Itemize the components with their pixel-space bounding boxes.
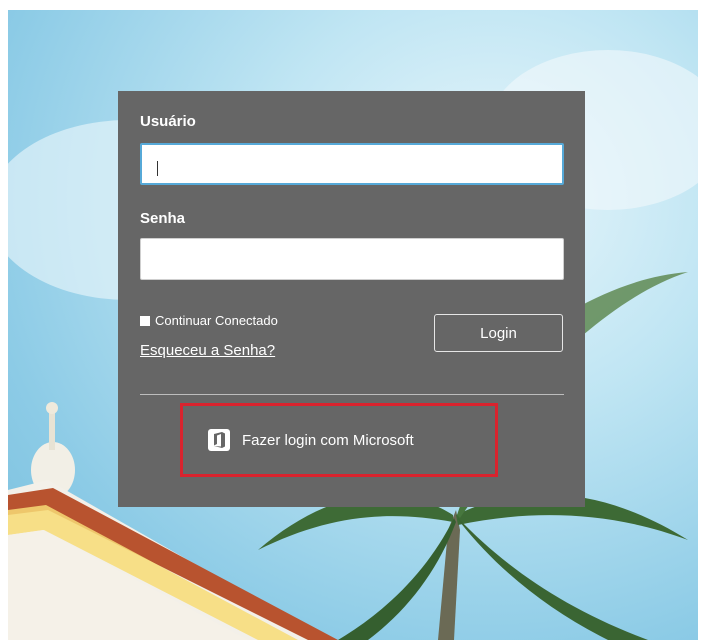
- forgot-password-link[interactable]: Esqueceu a Senha?: [140, 342, 275, 359]
- text-cursor: [157, 161, 158, 176]
- microsoft-login-label: Fazer login com Microsoft: [242, 431, 414, 449]
- remember-label: Continuar Conectado: [155, 313, 278, 328]
- username-input[interactable]: [140, 143, 564, 185]
- login-button[interactable]: Login: [434, 314, 563, 352]
- office-icon: [208, 429, 230, 451]
- username-label: Usuário: [140, 113, 196, 130]
- remember-me[interactable]: Continuar Conectado: [140, 313, 278, 328]
- password-label: Senha: [140, 210, 186, 227]
- background-photo: Usuário Senha Continuar Conectado Esquec…: [8, 10, 698, 640]
- password-input[interactable]: [140, 238, 564, 280]
- remember-checkbox[interactable]: [140, 315, 150, 326]
- login-panel: Usuário Senha Continuar Conectado Esquec…: [118, 91, 585, 507]
- divider: [140, 394, 564, 395]
- microsoft-login-button[interactable]: Fazer login com Microsoft: [208, 425, 414, 455]
